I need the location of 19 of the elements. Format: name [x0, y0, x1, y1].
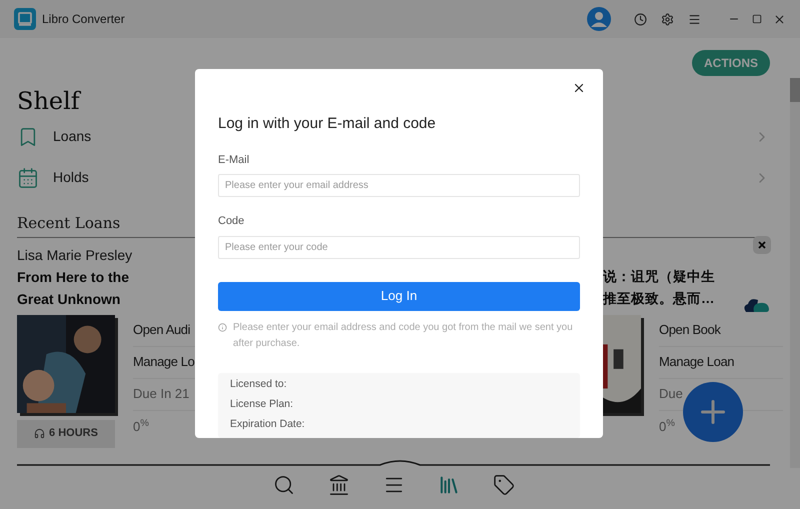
field-label: E-Mail: [218, 152, 250, 168]
license-label: Licensed to:: [230, 377, 288, 392]
due-date: Due In 21: [133, 385, 190, 404]
due-date: Due: [659, 385, 683, 404]
license-label: License Plan:: [230, 397, 294, 412]
app-title: Libro Converter: [42, 11, 125, 28]
dialog-title: Log in with your E-mail and code: [218, 114, 437, 134]
book-title: From Here to the: [17, 268, 130, 286]
book-title: Great Unknown: [17, 290, 120, 308]
license-label: Expiration Date:: [230, 416, 306, 432]
percent-text: 0$^{%}$: [659, 416, 675, 436]
hint-text: Please enter your email address and code you got from the mail we sent you after purchase.: [233, 320, 574, 350]
field-label: Code: [218, 214, 246, 229]
shelf-heading: Shelf: [17, 86, 80, 116]
book-title: 说：诅咒（疑中生: [603, 268, 715, 286]
book-title: 推至极致。悬而…: [603, 290, 714, 308]
percent-text: 0$^{%}$: [133, 416, 149, 436]
book-author: Lisa Marie Presley: [17, 246, 132, 264]
section-heading: Recent Loans: [17, 213, 120, 234]
